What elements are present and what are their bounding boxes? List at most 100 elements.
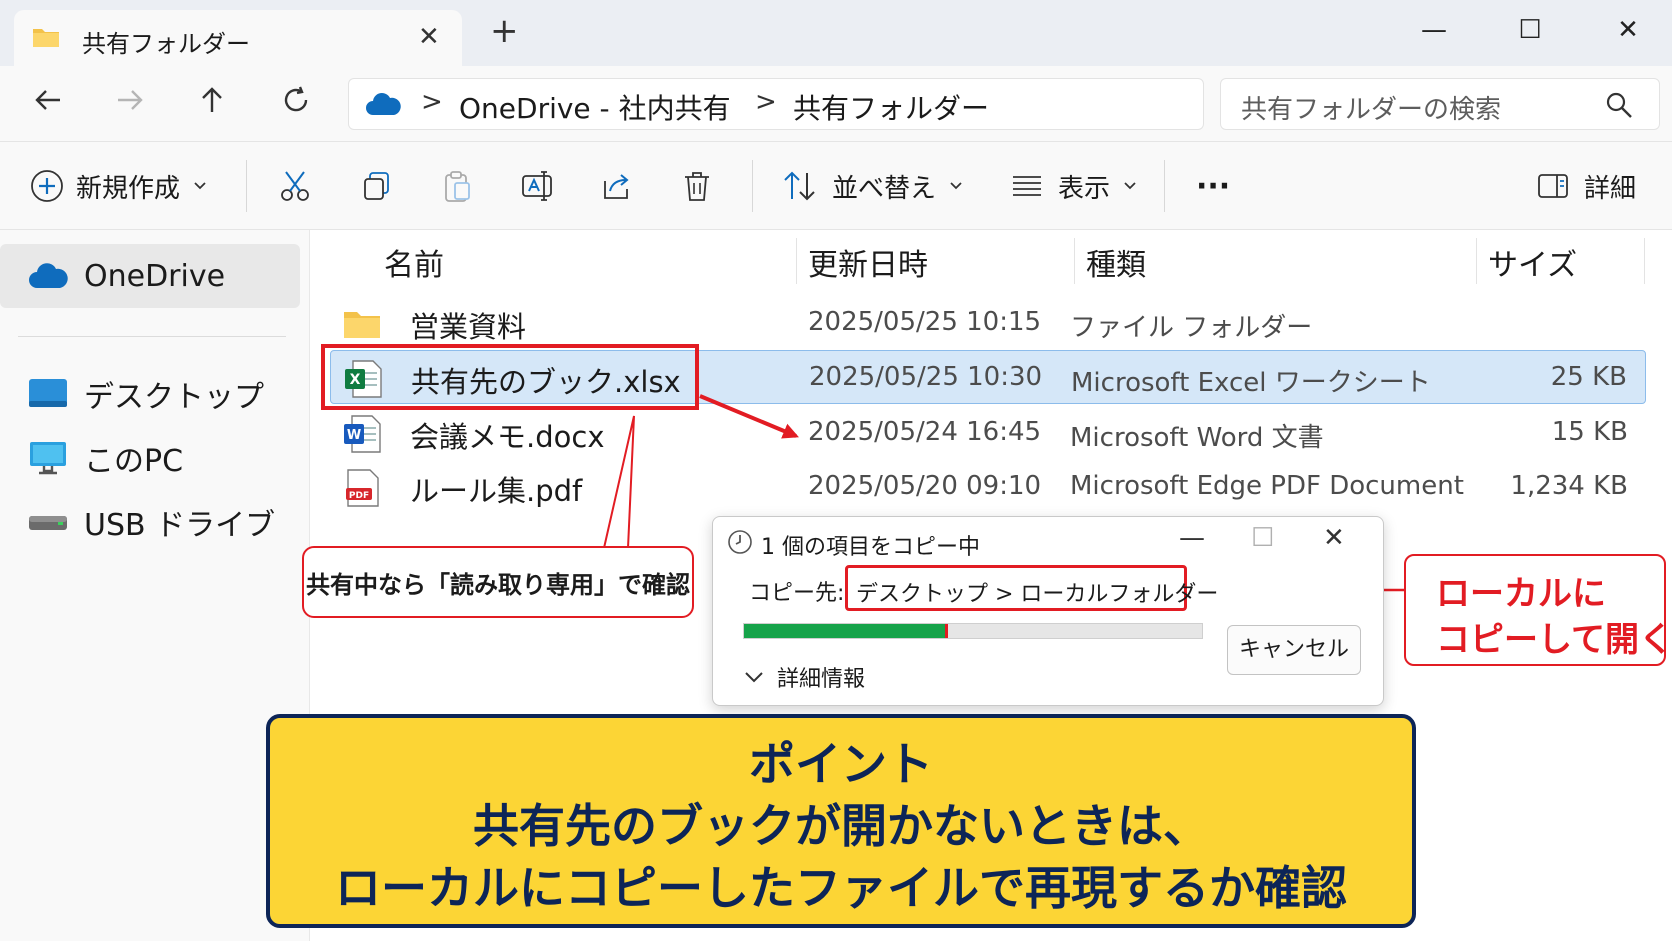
cloud-icon xyxy=(29,263,68,288)
more-details-toggle[interactable]: 詳細情報 xyxy=(743,661,865,693)
file-name: ルール集.pdf xyxy=(410,474,583,508)
point-banner: ポイント 共有先のブックが開かないときは、 ローカルにコピーしたファイルで再現す… xyxy=(266,714,1416,928)
sort-arrows-icon xyxy=(784,171,815,201)
breadcrumb-onedrive[interactable]: OneDrive - 社内共有 xyxy=(459,87,731,127)
sort-button[interactable]: 並べ替え xyxy=(782,164,964,208)
chevron-down-icon xyxy=(1124,182,1136,190)
column-header-name[interactable]: 名前 xyxy=(384,240,444,284)
more-options-button[interactable]: ··· xyxy=(1196,164,1230,208)
sidebar-item-label: このPC xyxy=(84,444,184,479)
refresh-icon xyxy=(284,86,308,112)
column-divider xyxy=(1074,238,1075,284)
svg-text:PDF: PDF xyxy=(349,491,369,501)
file-modified: 2025/05/24 16:45 xyxy=(808,417,1042,447)
sidebar-item-label: USB ドライブ xyxy=(84,508,276,543)
copy-icon xyxy=(364,172,389,200)
column-divider xyxy=(1644,238,1645,284)
copy-button[interactable] xyxy=(360,164,394,208)
share-button[interactable] xyxy=(600,164,634,208)
sidebar-item-onedrive[interactable]: OneDrive xyxy=(0,244,300,308)
file-type: Microsoft Word 文書 xyxy=(1070,423,1324,453)
column-divider xyxy=(1476,238,1477,284)
maximize-button[interactable]: ☐ xyxy=(1510,10,1550,50)
dialog-minimize-button[interactable]: — xyxy=(1179,523,1205,553)
file-modified: 2025/05/25 10:30 xyxy=(809,362,1043,392)
sidebar-item-label: OneDrive xyxy=(84,258,226,294)
column-header-size[interactable]: サイズ xyxy=(1488,240,1577,284)
tab-close-icon[interactable]: ✕ xyxy=(418,22,440,52)
progress-fill xyxy=(744,624,946,638)
copy-progress-bar xyxy=(743,623,1203,639)
point-line1: 共有先のブックが開かないときは、 xyxy=(473,799,1209,853)
view-button[interactable]: 表示 xyxy=(1010,164,1138,208)
word-icon: W xyxy=(344,415,381,453)
delete-button[interactable] xyxy=(680,164,714,208)
dialog-close-button[interactable]: ✕ xyxy=(1323,523,1345,553)
file-type: ファイル フォルダー xyxy=(1070,313,1313,343)
command-bar: 新規作成 並べ替え 表示 ··· 詳細 xyxy=(0,142,1672,230)
new-tab-button[interactable]: + xyxy=(490,14,519,48)
sidebar-item-usb-drive[interactable]: USB ドライブ xyxy=(0,490,300,554)
sidebar-divider xyxy=(18,336,286,337)
destination-path: デスクトップ > ローカルフォルダー xyxy=(856,582,1219,607)
file-modified: 2025/05/25 10:15 xyxy=(808,307,1042,337)
window-close-button[interactable]: ✕ xyxy=(1608,10,1648,50)
breadcrumb-shared-folder[interactable]: 共有フォルダー xyxy=(793,87,989,127)
local-note-line1: ローカルに xyxy=(1436,574,1606,614)
breadcrumb-separator: > xyxy=(755,87,777,117)
back-arrow-icon xyxy=(35,90,60,110)
column-header-modified[interactable]: 更新日時 xyxy=(808,240,928,284)
file-size: 25 KB xyxy=(1550,362,1627,392)
cloud-icon xyxy=(366,93,401,115)
toolbar-divider xyxy=(246,160,247,212)
file-highlight-box xyxy=(321,344,699,410)
table-row[interactable]: PDF ルール集.pdf 2025/05/20 09:10 Microsoft … xyxy=(330,460,1646,514)
forward-button[interactable] xyxy=(108,82,152,126)
refresh-button[interactable] xyxy=(274,82,318,126)
share-icon xyxy=(604,174,629,199)
folder-icon xyxy=(33,29,59,47)
file-name: 会議メモ.docx xyxy=(410,420,605,454)
back-button[interactable] xyxy=(26,82,70,126)
dialog-maximize-button[interactable]: ☐ xyxy=(1251,523,1274,553)
copy-progress-dialog: 1 個の項目をコピー中 — ☐ ✕ コピー先: デスクトップ > ローカルフォル… xyxy=(712,516,1384,706)
chevron-down-icon xyxy=(745,672,763,683)
tab-shared-folder[interactable]: 共有フォルダー ✕ xyxy=(14,10,462,66)
cancel-button[interactable]: キャンセル xyxy=(1227,625,1361,675)
tab-title: 共有フォルダー xyxy=(82,30,250,58)
sidebar-item-this-pc[interactable]: このPC xyxy=(0,426,300,490)
breadcrumb-separator: > xyxy=(421,87,443,117)
local-copy-callout: ローカルに コピーして開く xyxy=(1404,554,1672,666)
table-row[interactable]: 営業資料 2025/05/25 10:15 ファイル フォルダー xyxy=(330,296,1646,350)
cut-button[interactable] xyxy=(278,164,312,208)
progress-marker xyxy=(944,624,948,638)
details-pane-label: 詳細 xyxy=(1584,173,1637,204)
more-details-label: 詳細情報 xyxy=(777,667,866,692)
table-row[interactable]: W 会議メモ.docx 2025/05/24 16:45 Microsoft W… xyxy=(330,406,1646,460)
minimize-button[interactable]: — xyxy=(1414,10,1454,50)
svg-text:W: W xyxy=(347,428,361,443)
destination-highlight-box: デスクトップ > ローカルフォルダー xyxy=(845,565,1218,611)
file-size: 1,234 KB xyxy=(1510,471,1628,501)
desktop-icon xyxy=(29,379,67,407)
column-header-type[interactable]: 種類 xyxy=(1086,240,1146,284)
computer-icon xyxy=(30,442,66,475)
sidebar-item-desktop[interactable]: デスクトップ xyxy=(0,362,300,426)
column-divider xyxy=(796,238,797,284)
pdf-icon: PDF xyxy=(346,469,379,507)
new-button[interactable]: 新規作成 xyxy=(30,164,208,208)
plus-circle-icon xyxy=(31,170,63,202)
file-type: Microsoft Edge PDF Document xyxy=(1070,471,1464,501)
paste-button[interactable] xyxy=(440,164,474,208)
navigation-bar: > OneDrive - 社内共有 > 共有フォルダー 共有フォルダーの検索 xyxy=(0,66,1672,142)
up-button[interactable] xyxy=(190,82,234,126)
readonly-note-callout: 共有中なら「読み取り専用」で確認 xyxy=(302,546,694,618)
point-line2: ローカルにコピーしたファイルで再現するか確認 xyxy=(335,861,1347,915)
address-bar[interactable]: > OneDrive - 社内共有 > 共有フォルダー xyxy=(348,78,1204,130)
rename-button[interactable] xyxy=(520,164,554,208)
toolbar-divider xyxy=(752,160,753,212)
new-button-label: 新規作成 xyxy=(76,173,181,204)
details-pane-button[interactable]: 詳細 xyxy=(1536,164,1636,208)
file-name: 営業資料 xyxy=(410,310,527,344)
search-input[interactable]: 共有フォルダーの検索 xyxy=(1220,78,1660,130)
